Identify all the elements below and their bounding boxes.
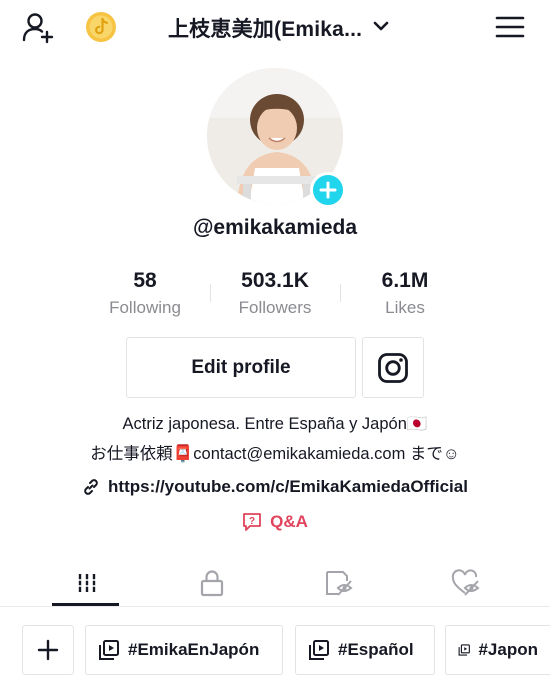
bio-line-1: Actriz japonesa. Entre España y Japón🇯🇵 (122, 415, 428, 433)
stat-value: 503.1K (241, 269, 309, 292)
hidden-video-icon (325, 571, 353, 596)
stat-label: Following (109, 298, 181, 317)
playlist-icon (309, 640, 329, 660)
playlist-label: #Español (338, 640, 414, 659)
chevron-down-icon (372, 17, 390, 40)
grid-icon (76, 574, 97, 592)
stat-value: 58 (133, 269, 157, 292)
question-bubble-icon: ? (243, 513, 262, 531)
playlist-label: #EmikaEnJapón (128, 640, 260, 659)
hamburger-menu-icon[interactable] (493, 12, 527, 42)
playlist-icon (99, 640, 119, 660)
account-switcher[interactable]: 上枝恵美加(Emika... (168, 12, 390, 44)
tab-private[interactable] (143, 560, 280, 606)
add-playlist-button[interactable] (22, 625, 74, 675)
profile-link[interactable]: https://youtube.com/c/EmikaKamiedaOffici… (0, 477, 550, 497)
stat-label: Followers (238, 298, 312, 317)
playlist-label: #Japon (478, 640, 538, 659)
tab-reposts[interactable] (270, 560, 407, 606)
tiktok-coin-icon[interactable] (85, 11, 117, 43)
stat-label: Likes (385, 298, 425, 317)
profile-link-text: https://youtube.com/c/EmikaKamiedaOffici… (108, 477, 468, 496)
top-bar: 上枝恵美加(Emika... (0, 0, 550, 56)
username: @emikakamieda (192, 216, 358, 239)
tab-liked[interactable] (397, 560, 534, 606)
tab-videos[interactable] (18, 560, 155, 606)
tab-divider (0, 606, 550, 607)
plus-icon (37, 639, 59, 661)
bio-line-2: お仕事依頼📮contact@emikakamieda.com まで☺︎ (90, 445, 460, 463)
stat-following[interactable]: 58 Following (80, 268, 210, 318)
playlist-chip[interactable]: #EmikaEnJapón (85, 625, 283, 675)
plus-icon (319, 181, 337, 199)
qa-label: Q&A (270, 512, 308, 531)
add-user-icon[interactable] (20, 10, 56, 46)
liked-hidden-icon (451, 569, 480, 596)
instagram-button[interactable] (362, 337, 424, 398)
playlist-icon (458, 644, 470, 656)
edit-profile-button[interactable]: Edit profile (126, 337, 356, 398)
stat-followers[interactable]: 503.1K Followers (210, 268, 340, 318)
lock-icon (200, 570, 223, 597)
qa-button[interactable]: ? Q&A (0, 512, 550, 532)
svg-text:?: ? (249, 516, 255, 527)
add-avatar-button[interactable] (310, 172, 346, 208)
stat-value: 6.1M (381, 269, 429, 292)
page-title: 上枝恵美加(Emika... (168, 18, 363, 41)
playlist-chip[interactable]: #Japon (445, 625, 550, 675)
playlist-chip[interactable]: #Español (295, 625, 435, 675)
stat-likes[interactable]: 6.1M Likes (340, 268, 470, 318)
link-icon (84, 479, 98, 495)
instagram-icon (378, 352, 408, 383)
